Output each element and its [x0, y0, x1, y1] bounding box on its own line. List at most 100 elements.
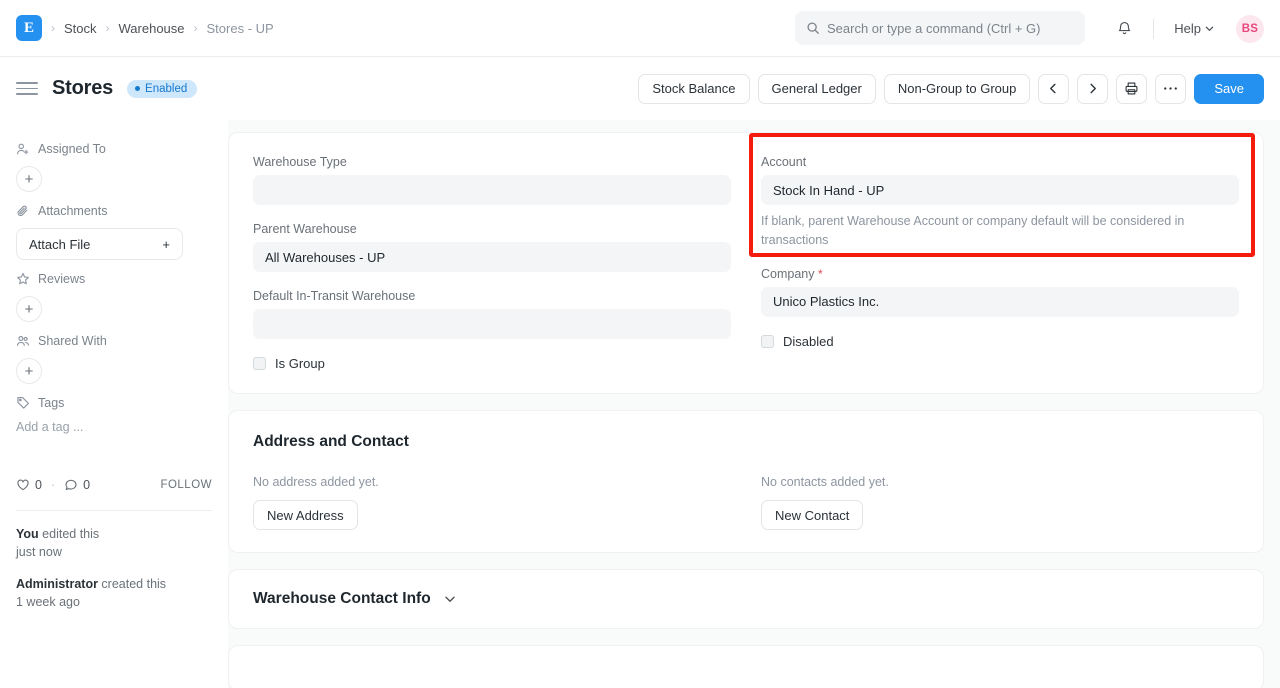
company-input[interactable]	[761, 287, 1239, 317]
form-sidebar: Assigned To + Attachments Attach File +	[0, 120, 228, 688]
add-tag-input[interactable]: Add a tag ...	[16, 420, 212, 434]
shared-with-header: Shared With	[16, 334, 212, 348]
form-column-right: Account If blank, parent Warehouse Accou…	[761, 155, 1239, 371]
warehouse-contact-info-card[interactable]: Warehouse Contact Info	[228, 569, 1264, 629]
breadcrumb-warehouse[interactable]: Warehouse	[119, 21, 185, 36]
navbar-divider	[1153, 19, 1154, 39]
history-entry: Administrator created this 1 week ago	[16, 575, 212, 611]
field-warehouse-type: Warehouse Type	[253, 155, 731, 205]
history-action: created this	[98, 577, 166, 591]
status-badge-label: Enabled	[145, 83, 187, 95]
history-entry: You edited this just now	[16, 525, 212, 561]
new-contact-button[interactable]: New Contact	[761, 500, 863, 530]
print-button[interactable]	[1116, 74, 1147, 104]
sidebar-label: Tags	[38, 396, 64, 410]
general-ledger-button[interactable]: General Ledger	[758, 74, 876, 104]
page-title: Stores	[52, 77, 113, 100]
chevron-down-icon	[1205, 24, 1214, 33]
warehouse-details-card: Warehouse Type Parent Warehouse Default …	[228, 132, 1264, 394]
account-help-text: If blank, parent Warehouse Account or co…	[761, 212, 1239, 250]
add-assignment-button[interactable]: +	[16, 166, 42, 192]
next-section-card	[228, 645, 1264, 688]
ellipsis-icon	[1163, 86, 1178, 91]
attach-file-button[interactable]: Attach File +	[16, 228, 183, 260]
printer-icon	[1124, 81, 1139, 96]
bell-icon	[1116, 20, 1133, 37]
reviews-header: Reviews	[16, 272, 212, 286]
history-time: just now	[16, 545, 62, 559]
sidebar-label: Assigned To	[38, 142, 106, 156]
follow-button[interactable]: FOLLOW	[160, 479, 212, 491]
global-search[interactable]	[795, 11, 1085, 45]
paperclip-icon	[16, 204, 30, 218]
like-count: 0	[35, 478, 42, 492]
add-share-button[interactable]: +	[16, 358, 42, 384]
disabled-checkbox[interactable]	[761, 335, 774, 348]
sidebar-toggle-icon[interactable]	[16, 82, 38, 95]
tags-header: Tags	[16, 396, 212, 410]
warehouse-type-label: Warehouse Type	[253, 155, 731, 169]
history-time: 1 week ago	[16, 595, 80, 609]
sidebar-section-tags: Tags Add a tag ...	[16, 396, 212, 434]
non-group-to-group-button[interactable]: Non-Group to Group	[884, 74, 1031, 104]
disabled-label[interactable]: Disabled	[783, 334, 834, 349]
field-account: Account If blank, parent Warehouse Accou…	[761, 155, 1239, 250]
page-body: Assigned To + Attachments Attach File +	[0, 120, 1280, 688]
field-parent-warehouse: Parent Warehouse	[253, 222, 731, 272]
user-avatar[interactable]: BS	[1236, 15, 1264, 43]
default-in-transit-warehouse-label: Default In-Transit Warehouse	[253, 289, 731, 303]
breadcrumb-stock[interactable]: Stock	[64, 21, 97, 36]
more-options-button[interactable]	[1155, 74, 1186, 104]
sidebar-section-attachments: Attachments Attach File +	[16, 204, 212, 260]
add-review-button[interactable]: +	[16, 296, 42, 322]
address-column: No address added yet. New Address	[253, 475, 731, 530]
sidebar-section-shared-with: Shared With +	[16, 334, 212, 384]
field-is-group: Is Group	[253, 356, 731, 371]
previous-document-button[interactable]	[1038, 74, 1069, 104]
sidebar-divider	[16, 510, 212, 511]
company-label: Company *	[761, 267, 1239, 281]
tag-icon	[16, 396, 30, 410]
save-button[interactable]: Save	[1194, 74, 1264, 104]
company-label-text: Company	[761, 267, 815, 281]
separator-dot: ·	[51, 478, 55, 492]
sidebar-section-reviews: Reviews +	[16, 272, 212, 322]
is-group-label[interactable]: Is Group	[275, 356, 325, 371]
users-icon	[16, 334, 30, 348]
app-logo[interactable]: E	[16, 15, 42, 41]
required-asterisk: *	[818, 267, 823, 281]
assigned-to-header: Assigned To	[16, 142, 212, 156]
breadcrumb-separator: ›	[194, 21, 198, 35]
next-document-button[interactable]	[1077, 74, 1108, 104]
sidebar-label: Shared With	[38, 334, 107, 348]
sidebar-label: Reviews	[38, 272, 85, 286]
parent-warehouse-input[interactable]	[253, 242, 731, 272]
breadcrumb-separator: ›	[51, 21, 55, 35]
field-disabled: Disabled	[761, 334, 1239, 349]
contact-column: No contacts added yet. New Contact	[761, 475, 1239, 530]
warehouse-type-input[interactable]	[253, 175, 731, 205]
page-actions: Stock Balance General Ledger Non-Group t…	[638, 57, 1264, 120]
social-row: 0 · 0 FOLLOW	[16, 478, 212, 492]
navbar-right: Help BS	[1109, 0, 1264, 57]
new-address-button[interactable]: New Address	[253, 500, 358, 530]
account-label: Account	[761, 155, 1239, 169]
heart-icon[interactable]	[16, 478, 30, 492]
field-default-in-transit-warehouse: Default In-Transit Warehouse	[253, 289, 731, 339]
default-in-transit-warehouse-input[interactable]	[253, 309, 731, 339]
warehouse-contact-info-title: Warehouse Contact Info	[253, 590, 431, 607]
address-and-contact-title: Address and Contact	[253, 433, 1239, 451]
status-dot-icon	[135, 86, 140, 91]
search-icon	[806, 21, 820, 35]
chevron-down-icon[interactable]	[444, 593, 456, 605]
comment-icon[interactable]	[64, 478, 78, 492]
help-menu-button[interactable]: Help	[1168, 17, 1220, 40]
is-group-checkbox[interactable]	[253, 357, 266, 370]
stock-balance-button[interactable]: Stock Balance	[638, 74, 749, 104]
star-icon	[16, 272, 30, 286]
history-action: edited this	[39, 527, 99, 541]
account-input[interactable]	[761, 175, 1239, 205]
search-input[interactable]	[827, 21, 1074, 36]
attach-file-label: Attach File	[29, 237, 90, 252]
notifications-button[interactable]	[1109, 14, 1139, 44]
